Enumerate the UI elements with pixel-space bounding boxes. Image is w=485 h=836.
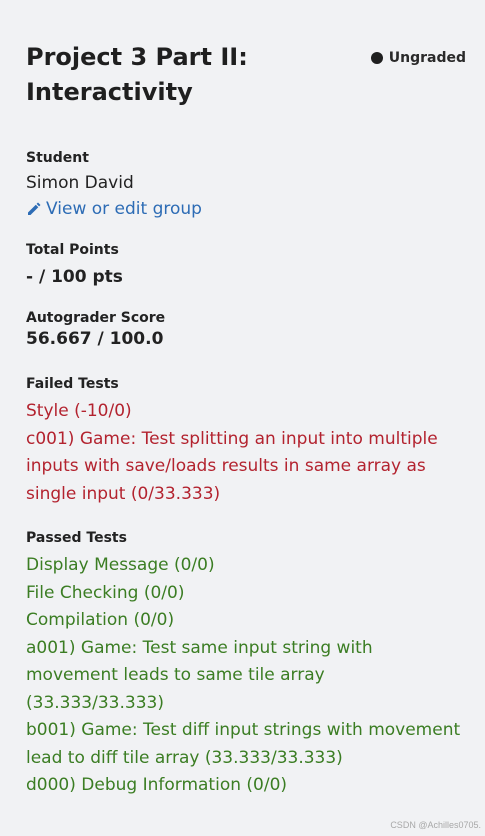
student-section: Student Simon David View or edit group [26, 148, 466, 222]
failed-tests-list: Style (-10/0) c001) Game: Test splitting… [26, 398, 466, 508]
status-dot-icon [370, 52, 383, 64]
page-title: Project 3 Part II: Interactivity [26, 43, 248, 106]
passed-test-item[interactable]: Display Message (0/0) [26, 552, 466, 580]
passed-tests-section: Passed Tests Display Message (0/0) File … [26, 528, 466, 800]
autograder-score: 56.667 / 100.0 [26, 329, 164, 349]
status-badge: Ungraded [370, 50, 466, 66]
passed-test-item[interactable]: b001) Game: Test diff input strings with… [26, 717, 466, 772]
failed-tests-section: Failed Tests Style (-10/0) c001) Game: T… [26, 374, 466, 508]
passed-tests-label: Passed Tests [26, 530, 127, 546]
pencil-icon [28, 202, 41, 215]
failed-test-item[interactable]: Style (-10/0) [26, 398, 466, 426]
submission-summary-panel: Project 3 Part II: Interactivity Ungrade… [26, 40, 466, 800]
passed-test-item[interactable]: d000) Debug Information (0/0) [26, 772, 466, 800]
passed-tests-list: Display Message (0/0) File Checking (0/0… [26, 552, 466, 800]
passed-test-item[interactable]: a001) Game: Test same input string with … [26, 635, 466, 718]
edit-group-label: View or edit group [46, 199, 202, 219]
failed-test-item[interactable]: c001) Game: Test splitting an input into… [26, 426, 466, 509]
autograder-label: Autograder Score [26, 310, 166, 326]
header: Project 3 Part II: Interactivity Ungrade… [26, 40, 466, 110]
passed-test-item[interactable]: File Checking (0/0) [26, 580, 466, 608]
total-points-value: - / 100 pts [26, 267, 123, 287]
edit-group-link[interactable]: View or edit group [26, 196, 466, 222]
watermark: CSDN @Achilles0705. [390, 820, 481, 830]
total-points-label: Total Points [26, 242, 119, 258]
autograder-section: Autograder Score 56.667 / 100.0 [26, 308, 466, 350]
failed-tests-label: Failed Tests [26, 376, 119, 392]
passed-test-item[interactable]: Compilation (0/0) [26, 607, 466, 635]
student-label: Student [26, 150, 89, 166]
total-points-section: Total Points - / 100 pts [26, 240, 466, 290]
status-label: Ungraded [388, 50, 466, 66]
student-name: Simon David [26, 173, 134, 193]
